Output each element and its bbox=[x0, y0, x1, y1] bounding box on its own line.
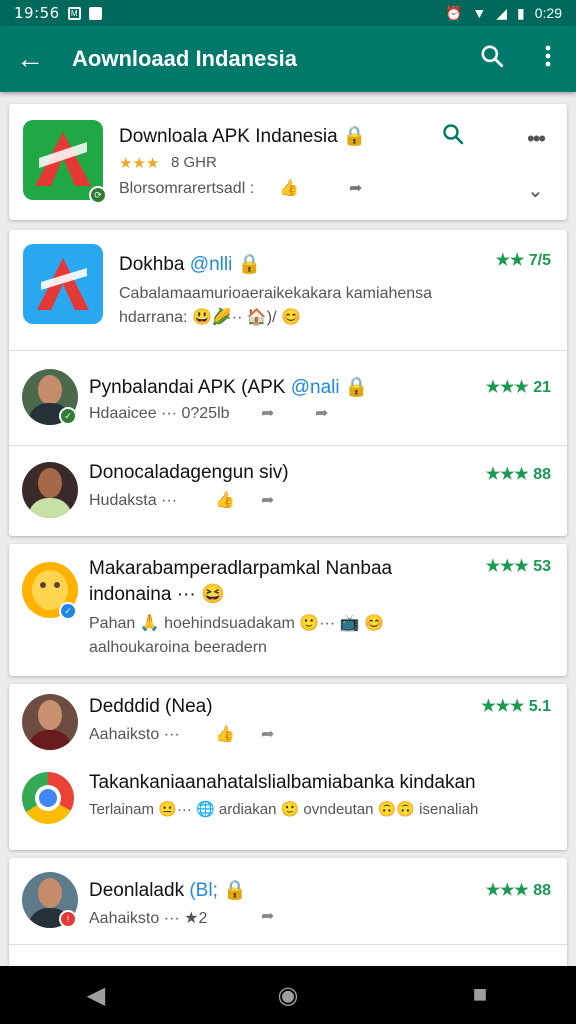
wifi-icon: ▼ bbox=[472, 5, 487, 21]
item-tag: @nlli bbox=[189, 254, 233, 275]
item-desc: Cabalamaamurioaeraikekakara kamiahensa h… bbox=[119, 285, 433, 326]
status-bar: 19:56 M ⏰ ▼ ◢ ▮ 0:29 bbox=[0, 0, 576, 26]
notification-icon: M bbox=[67, 6, 81, 20]
list-item[interactable]: Dedddid (Nea) ★★★ 5.1 Aahaiksto ··· 👍 ➦ bbox=[9, 684, 567, 760]
status-right: ⏰ ▼ ◢ ▮ 0:29 bbox=[445, 5, 562, 22]
item-sub: Aahaiksto ··· ★2 bbox=[89, 910, 208, 927]
list-card-4: ! Deonlaladk (Bl; 🔒 ★★★ 88 Aahaiksto ···… bbox=[9, 858, 567, 966]
list-item[interactable]: ✓ Makarabamperadlarpamkal Nanbaa indonai… bbox=[9, 544, 567, 676]
app-logo-icon: ⟳ bbox=[23, 120, 107, 204]
nav-back-icon[interactable]: ◀ bbox=[76, 981, 116, 1010]
page-title: Aownloaad Indanesia bbox=[72, 46, 297, 71]
nav-bar: ◀ ◉ ■ bbox=[0, 966, 576, 1024]
item-tag: @nali bbox=[290, 377, 340, 398]
app-meta: 8 GHR bbox=[171, 154, 217, 171]
verified-badge-icon: ✓ bbox=[59, 602, 77, 620]
alarm-icon: ⏰ bbox=[444, 4, 463, 21]
item-title: Makarabamperadlarpamkal Nanbaa indonaina… bbox=[89, 558, 393, 605]
share-icon[interactable]: ➦ bbox=[261, 724, 274, 744]
item-title: Dokhba @nlli 🔒 bbox=[119, 254, 262, 275]
card-search-icon[interactable] bbox=[441, 122, 465, 151]
battery-icon: ▮ bbox=[517, 4, 525, 21]
app-card[interactable]: ⟳ Downloala APK Indanesia 🔒 ★★★ 8 GHR Bl… bbox=[9, 104, 567, 220]
list-card-2: ✓ Makarabamperadlarpamkal Nanbaa indonai… bbox=[9, 544, 567, 676]
item-desc: Terlainam 😐··· 🌐 ardiakan 🙂 ovndeutan 🙃🙃… bbox=[89, 801, 479, 818]
alert-badge-icon: ! bbox=[59, 910, 77, 928]
item-sub: Aahaiksto ··· bbox=[89, 726, 180, 743]
app-subtitle: Blorsomrarertsadl : bbox=[119, 180, 255, 197]
share-icon[interactable]: ➦ bbox=[315, 403, 328, 423]
content-scroll[interactable]: ⟳ Downloala APK Indanesia 🔒 ★★★ 8 GHR Bl… bbox=[0, 92, 576, 966]
avatar bbox=[22, 462, 78, 518]
item-sub: Hudaksta ··· bbox=[89, 492, 178, 509]
item-title: Takankaniaanahatalslialbamiabanka kindak… bbox=[89, 772, 476, 793]
lock-icon: 🔒 bbox=[223, 880, 247, 901]
app-stars: ★★★ bbox=[119, 155, 160, 172]
lock-icon: 🔒 bbox=[237, 254, 262, 275]
signal-icon: ◢ bbox=[496, 4, 508, 21]
share-icon[interactable]: ➦ bbox=[349, 178, 362, 198]
item-title: Pynbalandai APK (APK @nali 🔒 bbox=[89, 377, 369, 398]
verified-badge-icon: ✓ bbox=[59, 407, 77, 425]
list-item[interactable]: ✓ Pynbalandai APK (APK @nali 🔒 ★★★ 21 Hd… bbox=[9, 351, 567, 445]
lock-icon: 🔒 bbox=[344, 377, 369, 398]
search-icon[interactable] bbox=[464, 43, 520, 76]
chevron-down-icon[interactable]: ⌄ bbox=[527, 178, 544, 203]
notification-icon-2 bbox=[88, 6, 102, 20]
more-vert-icon[interactable] bbox=[520, 44, 576, 75]
status-right-time: 0:29 bbox=[534, 5, 562, 21]
item-title: Deonlaladk (Bl; 🔒 bbox=[89, 880, 247, 901]
share-icon[interactable]: ➦ bbox=[261, 906, 274, 926]
item-rating: ★★★ 53 bbox=[485, 558, 551, 575]
item-rating: ★★★ 21 bbox=[485, 379, 551, 396]
card-more-icon[interactable]: ••• bbox=[527, 126, 546, 152]
back-arrow-icon[interactable]: ← bbox=[0, 43, 60, 75]
thumb-up-icon[interactable]: 👍 bbox=[215, 490, 235, 510]
item-title: Dedddid (Nea) bbox=[89, 696, 213, 717]
item-rating: ★★★ 5.1 bbox=[481, 698, 551, 715]
list-item[interactable]: Donocaladagengun siv) ★★★ 88 Hudaksta ··… bbox=[9, 446, 567, 536]
thumb-up-icon[interactable]: 👍 bbox=[279, 178, 299, 198]
share-icon[interactable]: ➦ bbox=[261, 403, 274, 423]
status-time: 19:56 bbox=[14, 4, 60, 22]
item-rating: ★★ 7/5 bbox=[495, 252, 551, 269]
item-title: Donocaladagengun siv) bbox=[89, 462, 289, 483]
nav-recents-icon[interactable]: ■ bbox=[460, 981, 500, 1009]
item-rating: ★★★ 88 bbox=[485, 882, 551, 899]
item-desc: Pahan 🙏 hoehindsuadakam 🙂··· 📺 😊 aalhouk… bbox=[89, 615, 384, 656]
item-tag: (Bl; bbox=[189, 880, 218, 901]
share-icon[interactable]: ➦ bbox=[261, 490, 274, 510]
app-title: Downloala APK Indanesia 🔒 bbox=[119, 126, 367, 147]
list-item[interactable]: ! Deonlaladk (Bl; 🔒 ★★★ 88 Aahaiksto ···… bbox=[9, 858, 567, 944]
avatar bbox=[22, 694, 78, 750]
chrome-icon bbox=[22, 772, 74, 824]
list-item[interactable]: Takankaniaanahatalslialbamiabanka kindak… bbox=[9, 760, 567, 850]
app-badge-icon: ⟳ bbox=[89, 186, 107, 204]
thumb-up-icon[interactable]: 👍 bbox=[215, 724, 235, 744]
list-card-1: Dokhba @nlli 🔒 ★★ 7/5 Cabalamaamurioaera… bbox=[9, 230, 567, 536]
divider bbox=[9, 944, 567, 945]
list-card-3: Dedddid (Nea) ★★★ 5.1 Aahaiksto ··· 👍 ➦ … bbox=[9, 684, 567, 850]
nav-home-icon[interactable]: ◉ bbox=[268, 981, 308, 1010]
item-sub: Hdaaicee ··· 0?25lb bbox=[89, 405, 230, 422]
app-bar: ← Aownloaad Indanesia bbox=[0, 26, 576, 92]
item-rating: ★★★ 88 bbox=[485, 466, 551, 483]
list-item[interactable]: Dokhba @nlli 🔒 ★★ 7/5 Cabalamaamurioaera… bbox=[9, 230, 567, 350]
app-logo-icon bbox=[23, 244, 103, 324]
